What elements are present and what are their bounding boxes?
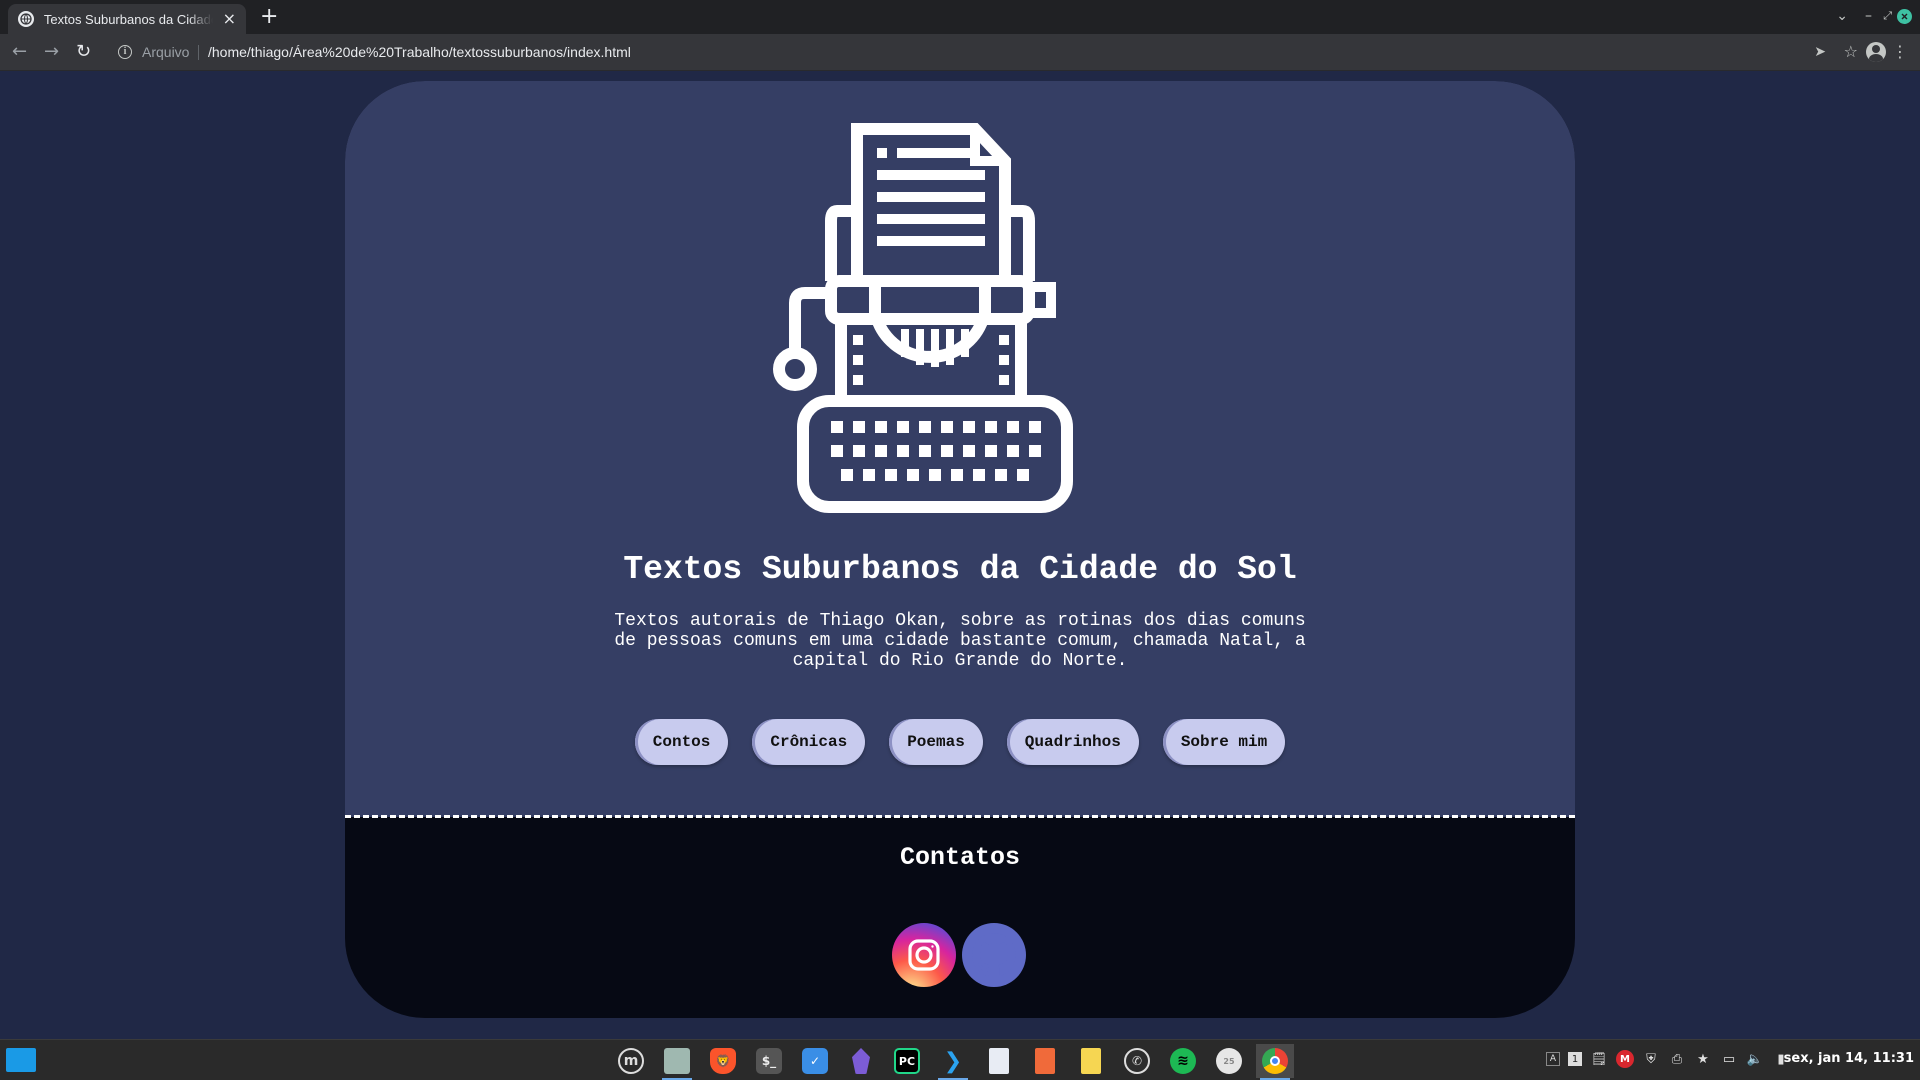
omnibox-divider: [198, 45, 199, 60]
github-icon[interactable]: [962, 923, 1026, 987]
vscode-icon[interactable]: ❯: [934, 1044, 972, 1080]
browser-tab[interactable]: Textos Suburbanos da Cidade do Sol ×: [8, 4, 246, 34]
main-nav: Contos Crônicas Poemas Quadrinhos Sobre …: [345, 719, 1575, 765]
show-desktop-button[interactable]: [6, 1048, 36, 1072]
terminal-icon[interactable]: $_: [750, 1044, 788, 1078]
forward-icon[interactable]: →: [44, 42, 59, 62]
typewriter-icon: [773, 123, 1073, 513]
workspace-icon[interactable]: 1: [1568, 1052, 1582, 1066]
tab-title: Textos Suburbanos da Cidade do Sol: [43, 11, 213, 27]
instagram-icon[interactable]: [892, 923, 956, 987]
contacts-title: Contatos: [899, 843, 1021, 872]
social-links: [892, 923, 1026, 987]
scheme-label: Arquivo: [142, 44, 190, 60]
page-viewport: Textos Suburbanos da Cidade do Sol Texto…: [0, 71, 1920, 1039]
mega-icon[interactable]: M: [1616, 1050, 1634, 1068]
hero-section: Textos Suburbanos da Cidade do Sol Texto…: [345, 81, 1575, 817]
clock[interactable]: sex, jan 14, 11:31: [1784, 1051, 1914, 1066]
text-editor-icon[interactable]: [980, 1044, 1018, 1078]
nav-cronicas[interactable]: Crônicas: [752, 719, 866, 765]
os-taskbar: m 🦁 $_ ✓ PC ❯ ✆ ≋ 25 A 1 🗒 M ⛨ ⎙ ★ ▭ 🔈 ▮…: [0, 1039, 1920, 1080]
page-description: Textos autorais de Thiago Okan, sobre as…: [614, 611, 1306, 671]
url-text[interactable]: /home/thiago/Área%20de%20Trabalho/textos…: [208, 44, 631, 60]
keyboard-layout-icon[interactable]: A: [1546, 1052, 1560, 1066]
display-icon[interactable]: ▭: [1720, 1050, 1738, 1068]
nav-quadrinhos[interactable]: Quadrinhos: [1006, 719, 1139, 765]
chrome-icon[interactable]: [1256, 1044, 1294, 1080]
site-card: Textos Suburbanos da Cidade do Sol Texto…: [345, 81, 1575, 1018]
nav-sobre-mim[interactable]: Sobre mim: [1162, 719, 1286, 765]
bookmark-star-icon[interactable]: ☆: [1844, 42, 1858, 62]
section-divider: [345, 815, 1575, 818]
globe-icon: [18, 11, 34, 27]
taskbar-apps: m 🦁 $_ ✓ PC ❯ ✆ ≋ 25: [612, 1044, 1294, 1080]
tab-close-icon[interactable]: ×: [223, 11, 236, 27]
profile-icon[interactable]: [1866, 42, 1886, 62]
page-title: Textos Suburbanos da Cidade do Sol: [623, 551, 1297, 588]
brave-icon[interactable]: 🦁: [704, 1044, 742, 1078]
obsidian-icon[interactable]: [842, 1044, 880, 1078]
printer-icon[interactable]: ⎙: [1668, 1050, 1686, 1068]
notes-tray-icon[interactable]: 🗒: [1590, 1050, 1608, 1068]
system-tray: A 1 🗒 M ⛨ ⎙ ★ ▭ 🔈 ▮: [1546, 1050, 1790, 1068]
minimize-icon[interactable]: –: [1865, 8, 1872, 24]
document-viewer-icon[interactable]: [1026, 1044, 1064, 1078]
maximize-icon[interactable]: ⤢: [1883, 8, 1892, 24]
star-icon[interactable]: ★: [1694, 1050, 1712, 1068]
reload-icon[interactable]: ↻: [76, 42, 91, 62]
files-icon[interactable]: [658, 1044, 696, 1080]
shield-icon[interactable]: ⛨: [1642, 1050, 1660, 1068]
info-icon[interactable]: i: [118, 45, 132, 59]
nav-contos[interactable]: Contos: [634, 719, 729, 765]
new-tab-button[interactable]: +: [260, 4, 278, 30]
browser-tab-strip: Textos Suburbanos da Cidade do Sol × + ⌄…: [0, 0, 1920, 34]
volume-icon[interactable]: 🔈: [1746, 1050, 1764, 1068]
nav-poemas[interactable]: Poemas: [889, 719, 983, 765]
address-bar[interactable]: i Arquivo /home/thiago/Área%20de%20Traba…: [110, 38, 1810, 66]
browser-menu-icon[interactable]: ⋮: [1892, 42, 1908, 62]
spotify-icon[interactable]: ≋: [1164, 1044, 1202, 1078]
close-window-icon[interactable]: [1897, 9, 1912, 24]
pycharm-icon[interactable]: PC: [888, 1044, 926, 1078]
browser-toolbar: ← → ↻ i Arquivo /home/thiago/Área%20de%2…: [0, 34, 1920, 71]
notes-icon[interactable]: [1072, 1044, 1110, 1078]
send-icon[interactable]: ➤: [1814, 42, 1826, 62]
whatsapp-icon[interactable]: ✆: [1118, 1044, 1156, 1078]
mint-menu-icon[interactable]: m: [612, 1044, 650, 1078]
tasks-icon[interactable]: ✓: [796, 1044, 834, 1078]
calendar-icon[interactable]: 25: [1210, 1044, 1248, 1078]
tab-search-icon[interactable]: ⌄: [1836, 8, 1848, 24]
back-icon[interactable]: ←: [12, 42, 27, 62]
